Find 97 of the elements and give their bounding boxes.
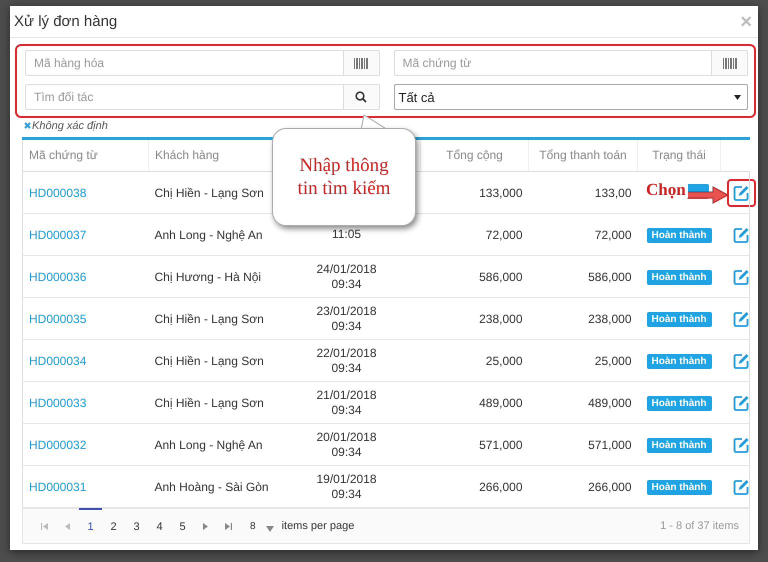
order-date: 22/01/2018 [315,346,378,360]
last-page-icon [225,522,232,530]
order-time: 09:34 [330,402,363,418]
order-date: 20/01/2018 [315,430,378,444]
order-time: 09:34 [330,276,363,292]
order-code-link[interactable]: HD000034 [29,354,86,368]
order-date: 21/01/2018 [315,388,378,402]
status-badge: Hoàn thành [646,396,712,410]
order-code-link[interactable]: HD000037 [29,228,86,242]
edit-icon [732,226,750,242]
order-date: 23/01/2018 [315,304,378,318]
total-amount: 489,000 [479,396,522,410]
customer-name: Chị Hiền - Lạng Sơn [154,186,264,200]
customer-name: Chị Hiền - Lạng Sơn [154,396,264,410]
callout-label: Chọn [644,180,688,200]
order-time: 09:34 [330,486,363,502]
customer-name: Chị Hương - Hà Nội [154,270,262,284]
paid-amount: 586,000 [588,270,632,284]
close-button[interactable]: × [740,12,752,32]
order-code-link[interactable]: HD000031 [29,480,86,494]
search-button[interactable] [342,84,380,110]
customer-name: Anh Long - Nghệ An [154,438,263,452]
customer-name: Anh Hoàng - Sài Gòn [154,480,269,494]
column-header: Khách hàng [155,148,220,162]
column-header: Mã chứng từ [29,148,98,162]
barcode-button[interactable] [711,50,748,76]
order-time: 11:05 [330,227,362,242]
order-code-link[interactable]: HD000032 [29,438,86,452]
status-select[interactable]: Tất cả [394,84,748,110]
page-button[interactable]: 4 [148,508,171,544]
column-header: Trạng thái [652,148,706,162]
total-amount: 25,000 [486,354,522,368]
order-code-link[interactable]: HD000033 [29,396,86,410]
paid-amount: 266,000 [588,480,632,494]
pagination-summary: 1 - 8 of 37 items [660,520,739,532]
caret-icon [266,526,274,532]
edit-icon [732,394,750,410]
total-amount: 266,000 [479,480,522,494]
customer-name: Anh Long - Nghệ An [154,228,263,242]
page-button[interactable]: 2 [102,508,125,544]
column-header: Tổng cộng [446,148,503,162]
edit-icon [732,184,750,200]
status-badge: Hoàn thành [646,228,712,242]
callout-text: Nhập thông tin tìm kiếm [296,154,392,200]
order-code-link[interactable]: HD000038 [29,186,86,200]
paid-amount: 25,000 [594,354,632,368]
next-icon [203,522,208,530]
order-code-link[interactable]: HD000035 [29,312,86,326]
barcode-icon [354,58,368,69]
customer-name: Chị Hiền - Lạng Sơn [154,312,264,326]
status-badge: Hoàn thành [646,354,712,368]
page-button[interactable]: 5 [171,508,194,544]
barcode-icon [722,58,736,69]
barcode-button[interactable] [342,50,380,76]
total-amount: 586,000 [479,270,522,284]
column-header: Tổng thanh toán [539,148,627,162]
total-amount: 133,000 [479,186,522,200]
customer-name: Chị Hiền - Lạng Sơn [154,354,264,368]
order-date: 24/01/2018 [315,262,378,276]
paid-amount: 238,000 [588,312,632,326]
caret-icon [734,94,741,100]
dialog-title: Xử lý đơn hàng [14,13,118,30]
order-time: 09:34 [330,360,363,376]
page-size-label: items per page [282,520,354,532]
status-badge: Hoàn thành [646,270,712,284]
paid-amount: 72,000 [594,228,632,242]
partner-search-field[interactable]: Tìm đối tác [25,84,342,110]
previous-icon [65,522,70,530]
status-badge: Hoàn thành [646,480,712,494]
order-date: 19/01/2018 [315,472,378,486]
remove-icon[interactable] [24,122,31,130]
total-amount: 72,000 [486,228,522,242]
total-amount: 571,000 [479,438,522,452]
product-code-field[interactable]: Mã hàng hóa [25,50,342,76]
status-badge: Hoàn thành [646,312,712,326]
total-amount: 238,000 [479,312,522,326]
first-page-icon [41,522,48,530]
document-code-field[interactable]: Mã chứng từ [394,50,711,76]
edit-icon [732,478,750,494]
page-button[interactable]: 1 [79,508,102,544]
paid-amount: 133,00 [594,186,632,200]
edit-icon [732,310,750,326]
filter-tag: Không xác định [32,120,108,132]
edit-button[interactable] [726,178,756,206]
arrow-icon [685,186,729,204]
edit-icon [732,352,750,368]
paid-amount: 571,000 [588,438,632,452]
status-badge: Hoàn thành [646,438,712,452]
page-button[interactable]: 3 [125,508,148,544]
order-time: 09:34 [330,318,363,334]
edit-icon [732,436,750,452]
search-icon [355,91,367,104]
order-time: 09:34 [330,444,363,460]
page-size-select[interactable]: 8 [250,520,274,532]
edit-icon [732,268,750,284]
paid-amount: 489,000 [588,396,632,410]
order-code-link[interactable]: HD000036 [29,270,86,284]
